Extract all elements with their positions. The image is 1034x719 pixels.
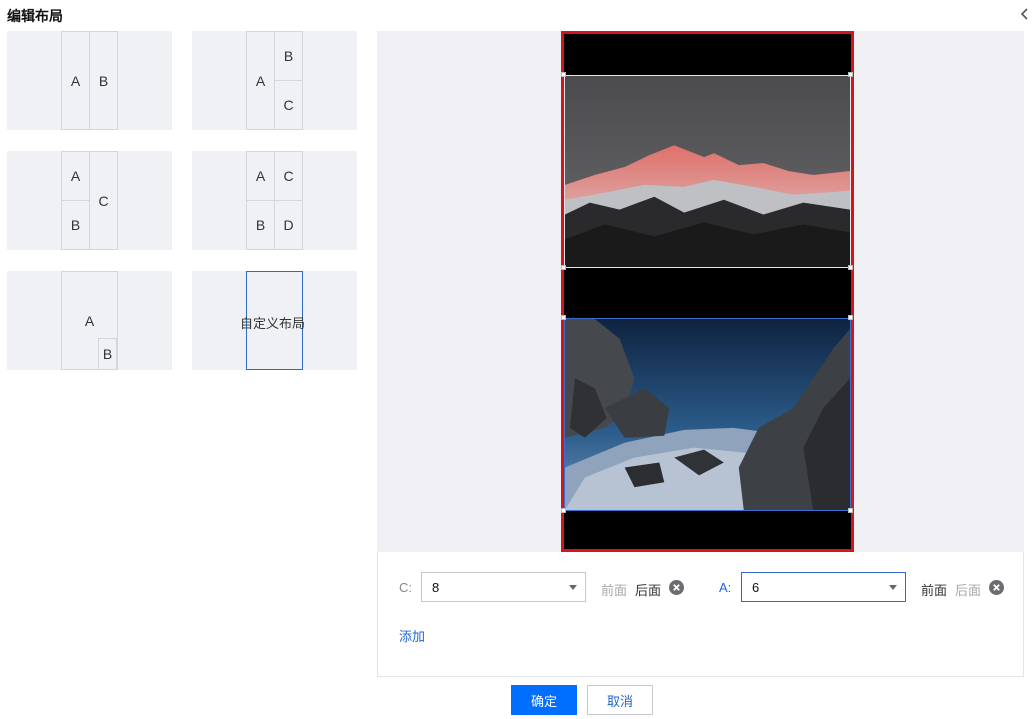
layout-option-abcd[interactable]: A C B D [192,151,357,250]
layout-cell-b: B [61,200,90,250]
back-option[interactable]: 后面 [955,580,981,599]
select-value: 6 [752,580,760,595]
layout-cell-b: B [98,338,117,370]
cell-label: D [283,217,294,233]
custom-layout-label: 自定义布局 [240,316,306,331]
layout-option-pip[interactable]: A B [7,271,172,370]
cell-label: A [255,72,266,89]
cell-label: C [283,168,294,184]
cell-label: B [255,217,266,233]
caret-down-icon [889,585,897,590]
cell-label: B [102,346,113,362]
resize-handle[interactable] [561,72,566,77]
resize-handle[interactable] [848,265,853,270]
cell-label: A [255,168,266,184]
cell-label: A [84,313,95,329]
cell-label: A [70,72,81,89]
layout-cell-a: A [61,151,90,201]
add-layer-link[interactable]: 添加 [399,626,425,645]
cell-label: B [70,217,81,233]
video-pane-c[interactable] [564,75,851,268]
layout-cell-a: A [246,31,275,130]
rocky-valley-image [565,319,850,510]
back-option[interactable]: 后面 [635,580,661,599]
layout-cell-a: A [246,151,275,201]
cell-label: C [283,97,294,113]
select-value: 8 [432,580,440,595]
resize-handle[interactable] [848,72,853,77]
confirm-button[interactable]: 确定 [511,685,577,715]
mountain-image [565,76,850,267]
resize-handle[interactable] [848,315,853,320]
layer-order-controls: C: 8 前面 后面 A: 6 前面 后面 添加 [377,552,1024,677]
preview-canvas [561,31,854,552]
caret-down-icon [569,585,577,590]
close-circle-icon[interactable] [669,580,684,595]
page-title: 编辑布局 [7,8,63,24]
layout-cell-a: A [61,31,90,130]
layer-label-a: A: [719,580,732,595]
layer-select-a[interactable]: 6 [741,572,906,602]
layer-label-c: C: [399,580,412,595]
layout-cell-c: C [89,151,118,250]
layout-option-a-bc[interactable]: A B C [192,31,357,130]
layout-cell-b: B [89,31,118,130]
layout-option-ab-c[interactable]: A B C [7,151,172,250]
layout-option-custom[interactable]: 自定义布局 [192,271,357,370]
layout-cell-c: C [274,80,303,130]
layout-cell-b: B [246,200,275,250]
layout-cell-c: C [274,151,303,201]
cancel-button[interactable]: 取消 [587,685,653,715]
cell-label: B [283,48,294,64]
cell-label: B [98,72,109,89]
cell-label: A [70,168,81,184]
chevron-left-icon[interactable] [1018,6,1030,22]
resize-handle[interactable] [561,315,566,320]
layer-select-c[interactable]: 8 [421,572,586,602]
close-circle-icon[interactable] [989,580,1004,595]
resize-handle[interactable] [561,508,566,513]
video-pane-a[interactable] [564,318,851,511]
layout-cell-b: B [274,31,303,81]
cell-label: C [98,192,109,209]
layout-cell-d: D [274,200,303,250]
layout-preview [377,31,1024,552]
resize-handle[interactable] [561,265,566,270]
front-option[interactable]: 前面 [601,580,627,599]
front-option[interactable]: 前面 [921,580,947,599]
layout-option-ab[interactable]: A B [7,31,172,130]
resize-handle[interactable] [848,508,853,513]
